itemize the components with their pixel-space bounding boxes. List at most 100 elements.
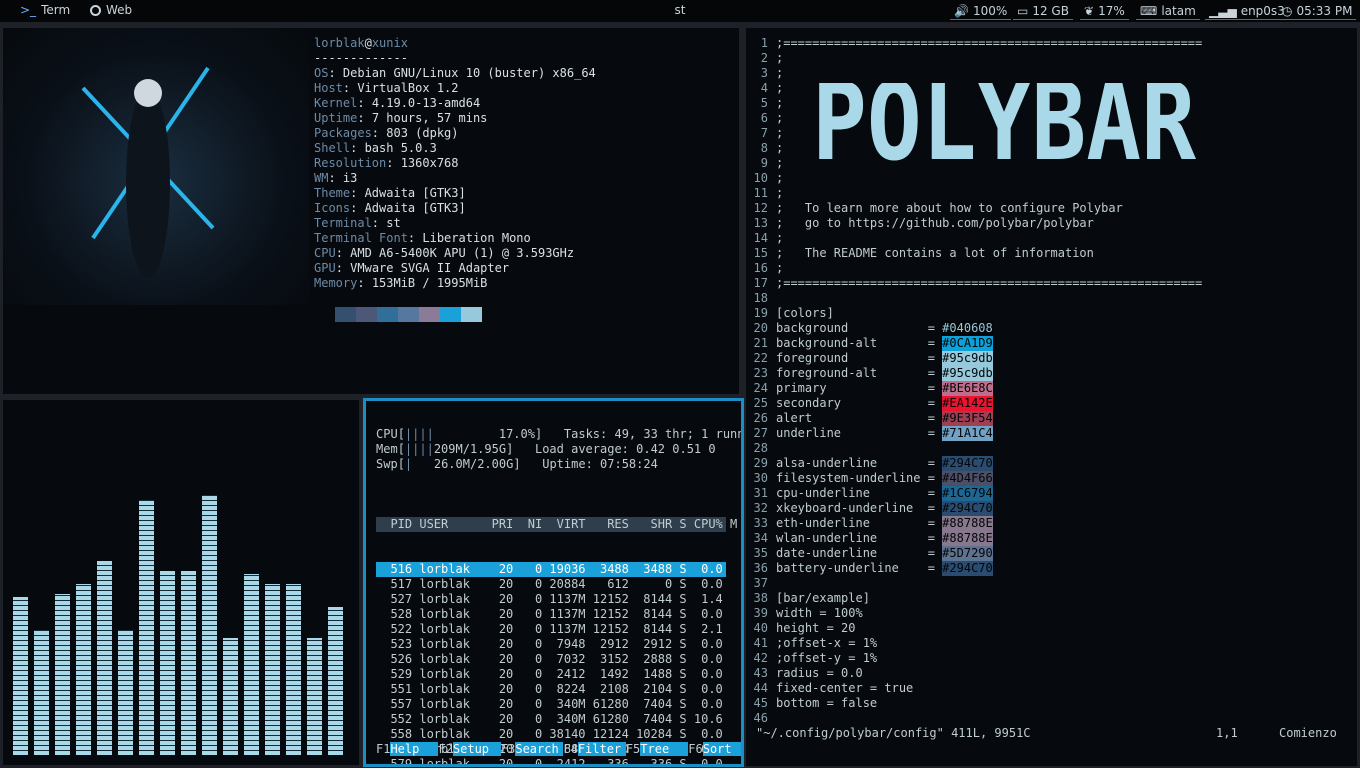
cpu-module[interactable]: ❦ 17%: [1080, 2, 1129, 20]
editor-line[interactable]: 35 date-underline = #5D7290: [746, 546, 1202, 561]
process-row[interactable]: 579 lorblak 20 0 2412 336 336 S 0.0: [376, 757, 726, 764]
editor-line[interactable]: 1 ;======================================…: [746, 36, 1203, 51]
editor-line[interactable]: 46: [746, 711, 1202, 726]
editor-line[interactable]: 12 ; To learn more about how to configure…: [746, 201, 1202, 216]
process-row[interactable]: 517 lorblak 20 0 20884 612 0 S 0.0: [376, 577, 726, 592]
editor-line[interactable]: 25 secondary = #EA142E: [746, 396, 1202, 411]
editor-line[interactable]: 13 ; go to https://github.com/polybar/pol…: [746, 216, 1202, 231]
line-text: ;=======================================…: [776, 276, 1203, 290]
editor-line[interactable]: 14;: [746, 231, 1202, 246]
line-text: ;: [776, 171, 784, 185]
editor-line[interactable]: 31 cpu-underline = #1C6794: [746, 486, 1202, 501]
editor-line[interactable]: 36 battery-underline = #294C70: [746, 561, 1202, 576]
clock-label: 05:33 PM: [1296, 3, 1353, 18]
process-row[interactable]: 552 lorblak 20 0 340M 61280 7404 S 10.6: [376, 712, 726, 727]
visualizer-bar: [13, 597, 28, 755]
fkey-label[interactable]: Sort: [702, 742, 741, 756]
editor-line[interactable]: 28: [746, 441, 1202, 456]
fkey-label[interactable]: Tree: [640, 742, 689, 756]
color-value-swatch: #4D4F66: [942, 471, 993, 486]
process-row[interactable]: 557 lorblak 20 0 340M 61280 7404 S 0.0: [376, 697, 726, 712]
fkey-label[interactable]: Help: [390, 742, 439, 756]
line-number: 9: [760, 156, 768, 170]
editor-line[interactable]: 2;: [746, 51, 1202, 66]
editor-line[interactable]: 37: [746, 576, 1202, 591]
process-row[interactable]: 558 lorblak 20 0 38140 12124 10284 S 0.0: [376, 727, 726, 742]
nf-sep: -------------: [314, 51, 408, 65]
fkey-label[interactable]: Search: [515, 742, 564, 756]
color-value-swatch: #88788E: [942, 516, 993, 531]
process-row[interactable]: 528 lorblak 20 0 1137M 12152 8144 S 0.0: [376, 607, 726, 622]
line-text: ;: [776, 96, 784, 110]
process-row[interactable]: 529 lorblak 20 0 2412 1492 1488 S 0.0: [376, 667, 726, 682]
process-row[interactable]: 516 lorblak 20 0 19036 3488 3488 S 0.0: [376, 562, 726, 577]
line-number: 36: [753, 561, 768, 575]
palette-swatch: [398, 307, 419, 322]
color-value-swatch: #71A1C4: [942, 426, 993, 441]
editor-line[interactable]: 10;: [746, 171, 1202, 186]
editor-line[interactable]: 45 bottom = false: [746, 696, 1202, 711]
line-number: 45: [753, 696, 768, 710]
editor-line[interactable]: 43 radius = 0.0: [746, 666, 1202, 681]
editor-line[interactable]: 44 fixed-center = true: [746, 681, 1202, 696]
editor-line[interactable]: 11;: [746, 186, 1202, 201]
process-row[interactable]: 526 lorblak 20 0 7032 3152 2888 S 0.0: [376, 652, 726, 667]
keyboard-label: latam: [1161, 3, 1196, 18]
keyboard-module[interactable]: ⌨ latam: [1136, 2, 1200, 20]
process-table[interactable]: PID USER PRI NI VIRT RES SHR S CPU% M 51…: [376, 487, 737, 764]
fkey-label[interactable]: Setup: [452, 742, 501, 756]
editor-line[interactable]: 17 ;=====================================…: [746, 276, 1203, 291]
editor-line[interactable]: 21 background-alt = #0CA1D9: [746, 336, 1202, 351]
editor-line[interactable]: 33 eth-underline = #88788E: [746, 516, 1202, 531]
vim-editor[interactable]: 1 ;======================================…: [746, 28, 1357, 766]
editor-line[interactable]: 38 [bar/example]: [746, 591, 1202, 606]
editor-line[interactable]: 30 filesystem-underline = #4D4F66: [746, 471, 1202, 486]
color-value-swatch: #294C70: [942, 561, 993, 576]
process-row[interactable]: 527 lorblak 20 0 1137M 12152 8144 S 1.4: [376, 592, 726, 607]
neofetch-terminal[interactable]: lorblak@xunix ------------- OS: Debian GN…: [3, 28, 739, 394]
color-value-swatch: #5D7290: [942, 546, 993, 561]
process-row[interactable]: 551 lorblak 20 0 8224 2108 2104 S 0.0: [376, 682, 726, 697]
neofetch-line: Terminal: st: [314, 216, 401, 230]
editor-line[interactable]: 32 xkeyboard-underline = #294C70: [746, 501, 1202, 516]
editor-line[interactable]: 27 underline = #71A1C4: [746, 426, 1202, 441]
editor-line[interactable]: 16;: [746, 261, 1202, 276]
editor-line[interactable]: 23 foreground-alt = #95c9db: [746, 366, 1202, 381]
editor-line[interactable]: 15 ; The README contains a lot of informa…: [746, 246, 1202, 261]
clock-module[interactable]: ◷ 05:33 PM: [1278, 2, 1357, 20]
editor-line[interactable]: 3;: [746, 66, 1202, 81]
network-module[interactable]: ▁▃▅ enp0s3: [1205, 2, 1289, 20]
editor-line[interactable]: 26 alert = #9E3F54: [746, 411, 1202, 426]
visualizer-bar: [328, 607, 343, 755]
editor-line[interactable]: 18: [746, 291, 1202, 306]
editor-line[interactable]: 24 primary = #BE6E8C: [746, 381, 1202, 396]
editor-line[interactable]: 41 ;offset-x = 1%: [746, 636, 1202, 651]
process-row[interactable]: 522 lorblak 20 0 1137M 12152 8144 S 2.1: [376, 622, 726, 637]
neofetch-key: Terminal: [314, 216, 372, 230]
editor-line[interactable]: 42 ;offset-y = 1%: [746, 651, 1202, 666]
editor-line[interactable]: 34 wlan-underline = #88788E: [746, 531, 1202, 546]
fkey-number: F4: [563, 742, 578, 756]
disk-module[interactable]: ▭ 12 GB: [1013, 2, 1073, 20]
line-text: foreground =: [776, 351, 943, 365]
htop-terminal[interactable]: CPU[|||| 17.0%] Tasks: 49, 33 thr; 1 run…: [363, 398, 744, 767]
line-number: 13: [753, 216, 768, 230]
process-table-header[interactable]: PID USER PRI NI VIRT RES SHR S CPU% M: [376, 517, 737, 532]
volume-module[interactable]: 🔊 100%: [950, 2, 1012, 20]
line-text: height = 20: [776, 621, 856, 635]
editor-line[interactable]: 39 width = 100%: [746, 606, 1202, 621]
editor-line[interactable]: 19 [colors]: [746, 306, 1202, 321]
fkey-label[interactable]: Filter: [577, 742, 626, 756]
editor-line[interactable]: 40 height = 20: [746, 621, 1202, 636]
editor-line[interactable]: 29 alsa-underline = #294C70: [746, 456, 1202, 471]
line-number: 34: [753, 531, 768, 545]
process-row[interactable]: 523 lorblak 20 0 7948 2912 2912 S 0.0: [376, 637, 726, 652]
editor-line[interactable]: 20 background = #040608: [746, 321, 1202, 336]
neofetch-value: Adwaita [GTK3]: [364, 201, 466, 215]
line-number: 25: [753, 396, 768, 410]
color-value-swatch: #BE6E8C: [942, 381, 993, 396]
visualizer-bar: [265, 584, 280, 755]
visualizer-bar: [97, 561, 112, 755]
line-number: 4: [760, 81, 768, 95]
editor-line[interactable]: 22 foreground = #95c9db: [746, 351, 1202, 366]
